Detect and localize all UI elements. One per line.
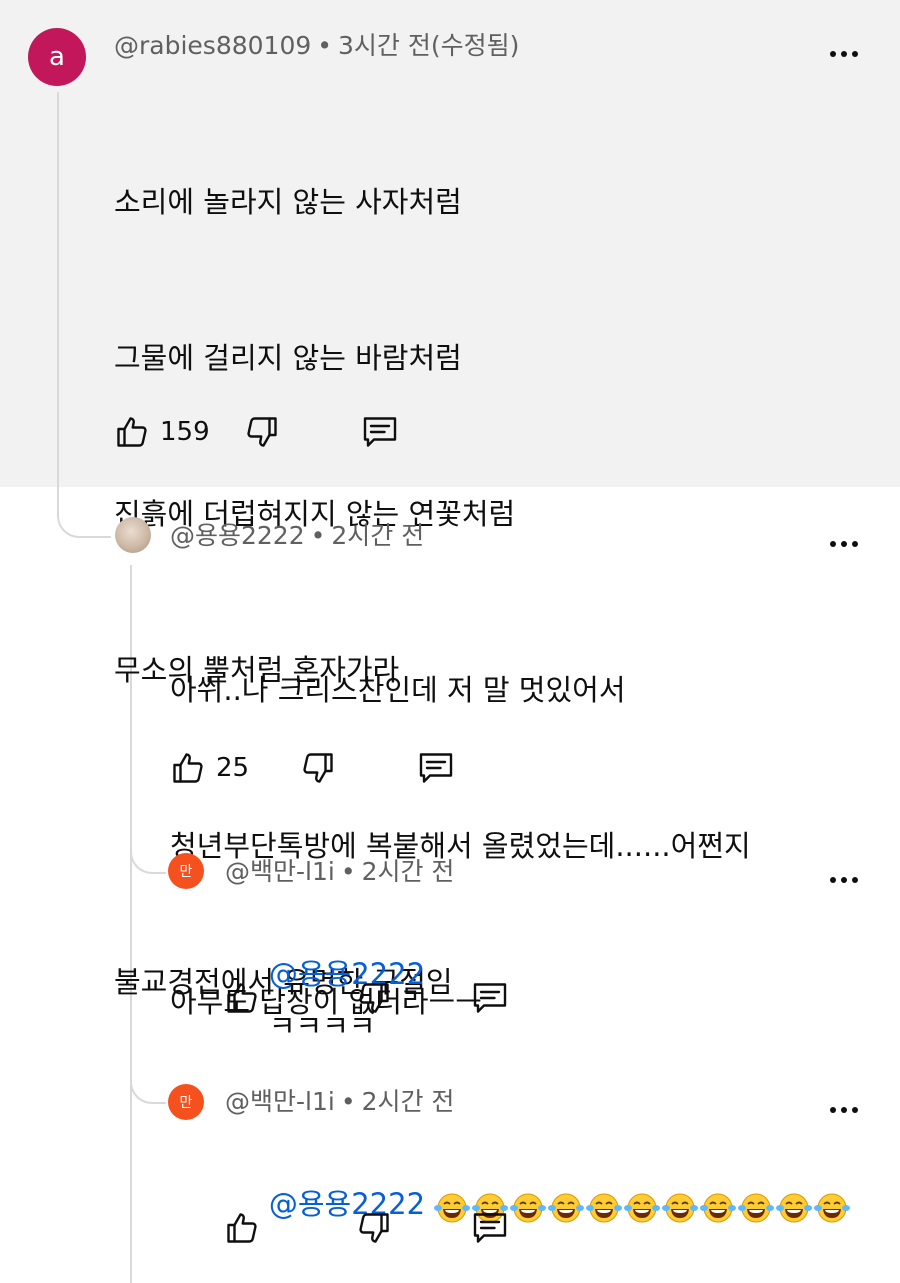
reply-icon (360, 414, 400, 450)
comment-text: @용용2222 ㅋㅋㅋㅋ (232, 896, 425, 1104)
author-name[interactable]: @용용2222 (170, 521, 305, 550)
reply-icon (416, 750, 456, 786)
comment-meta: @용용2222 • 2시간 전 (170, 520, 424, 552)
more-vert-icon[interactable] (824, 532, 864, 556)
reply-button[interactable] (470, 980, 510, 1016)
timestamp[interactable]: 3시간 전(수정됨) (338, 31, 519, 60)
author-name[interactable]: @백만-l1i (225, 1087, 335, 1116)
separator: • (340, 1087, 356, 1116)
face-with-tears-of-joy-icon (775, 1189, 813, 1223)
more-vert-icon[interactable] (824, 1098, 864, 1122)
dislike-button[interactable] (300, 750, 336, 786)
like-button[interactable] (224, 1210, 260, 1246)
mention-link[interactable]: @용용2222 (269, 1187, 425, 1221)
reply-button[interactable] (416, 750, 456, 786)
thumbs-up-icon (224, 1210, 260, 1246)
more-vert-icon[interactable] (824, 42, 864, 66)
comment-line: 아쒸..나 크리스찬인데 저 말 멋있어서 (170, 673, 626, 707)
avatar[interactable]: 만 (168, 1084, 204, 1120)
comment-meta: @백만-l1i • 2시간 전 (225, 856, 454, 888)
thumbs-down-icon (300, 750, 336, 786)
dislike-button[interactable] (244, 414, 280, 450)
avatar[interactable]: a (28, 28, 86, 86)
author-name[interactable]: @rabies880109 (114, 31, 311, 60)
face-with-tears-of-joy-icon (737, 1189, 775, 1223)
separator: • (340, 857, 356, 886)
thumbs-down-icon (356, 980, 392, 1016)
avatar-letter: 만 (179, 864, 193, 880)
face-with-tears-of-joy-icon (699, 1189, 737, 1223)
timestamp[interactable]: 2시간 전 (331, 521, 424, 550)
comment-meta: @백만-l1i • 2시간 전 (225, 1086, 454, 1118)
like-count: 159 (160, 417, 210, 447)
reply-icon (470, 1210, 510, 1246)
avatar-letter: 만 (179, 1095, 193, 1111)
timestamp[interactable]: 2시간 전 (362, 1087, 455, 1116)
like-button[interactable] (224, 980, 260, 1016)
comment-text: @용용2222 (232, 1126, 851, 1282)
thumbs-up-icon (114, 414, 150, 450)
face-with-tears-of-joy-icon (813, 1189, 851, 1223)
thumbs-up-icon (170, 750, 206, 786)
mention-link[interactable]: @용용2222 (269, 957, 425, 991)
reply-icon (470, 980, 510, 1016)
thumbs-down-icon (356, 1210, 392, 1246)
more-vert-icon[interactable] (824, 868, 864, 892)
face-with-tears-of-joy-icon (509, 1189, 547, 1223)
timestamp[interactable]: 2시간 전 (362, 857, 455, 886)
separator: • (310, 521, 326, 550)
comment-line: 그물에 걸리지 않는 바람처럼 (114, 341, 462, 375)
avatar-letter: a (49, 42, 65, 72)
avatar[interactable]: 만 (168, 853, 204, 889)
dislike-button[interactable] (356, 980, 392, 1016)
thumbs-up-icon (224, 980, 260, 1016)
reply-button[interactable] (360, 414, 400, 450)
author-name[interactable]: @백만-l1i (225, 857, 335, 886)
thread-connector (57, 490, 111, 538)
comment-meta: @rabies880109 • 3시간 전(수정됨) (114, 30, 519, 62)
face-with-tears-of-joy-icon (585, 1189, 623, 1223)
like-button[interactable]: 159 (114, 414, 210, 450)
thread-line (57, 92, 59, 512)
like-button[interactable]: 25 (170, 750, 249, 786)
reply-button[interactable] (470, 1210, 510, 1246)
face-with-tears-of-joy-icon (661, 1189, 699, 1223)
face-with-tears-of-joy-icon (433, 1189, 471, 1223)
dislike-button[interactable] (356, 1210, 392, 1246)
separator: • (317, 31, 333, 60)
face-with-tears-of-joy-icon (623, 1189, 661, 1223)
face-with-tears-of-joy-icon (547, 1189, 585, 1223)
avatar[interactable] (115, 517, 151, 553)
comment-line: 소리에 놀라지 않는 사자처럼 (114, 185, 462, 219)
thumbs-down-icon (244, 414, 280, 450)
like-count: 25 (216, 753, 250, 783)
